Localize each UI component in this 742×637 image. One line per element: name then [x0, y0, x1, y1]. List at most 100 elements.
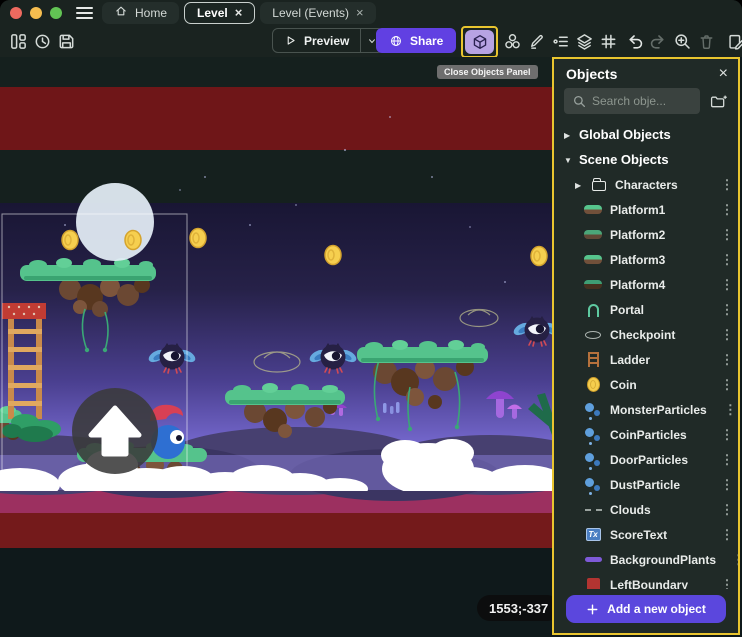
- history-icon[interactable]: [30, 29, 54, 53]
- folder-icon: [590, 177, 608, 193]
- platform-icon: [584, 227, 602, 243]
- monster-sprite: [512, 316, 552, 346]
- platform-sprite: [357, 340, 488, 431]
- kebab-menu-icon[interactable]: [716, 327, 738, 343]
- tab-level[interactable]: Level: [184, 2, 255, 24]
- add-button-label: Add a new object: [607, 602, 706, 616]
- expand-icon[interactable]: [575, 180, 583, 190]
- tab-label: Level (Events): [272, 6, 349, 20]
- kebab-menu-icon[interactable]: [716, 227, 738, 243]
- platform-icon: [584, 277, 602, 293]
- collapse-icon[interactable]: [564, 155, 572, 165]
- object-row[interactable]: Ladder: [554, 347, 738, 372]
- share-label: Share: [410, 34, 443, 48]
- rename-icon[interactable]: [724, 29, 742, 53]
- object-folder-row[interactable]: Characters: [554, 172, 738, 197]
- object-groups-icon[interactable]: [500, 29, 524, 53]
- objects-panel: Objects Global Objects S: [552, 57, 740, 635]
- kebab-menu-icon[interactable]: [716, 527, 738, 543]
- kebab-menu-icon[interactable]: [723, 402, 738, 418]
- object-row[interactable]: MonsterParticles: [554, 397, 738, 422]
- kebab-menu-icon[interactable]: [716, 377, 738, 393]
- object-row[interactable]: Platform1: [554, 197, 738, 222]
- particles-icon: [584, 427, 602, 443]
- objects-panel-toggle-button[interactable]: [465, 30, 494, 54]
- object-row[interactable]: LeftBoundary: [554, 572, 738, 589]
- close-tab-icon[interactable]: [235, 6, 243, 19]
- particles-icon: [584, 452, 602, 468]
- tab-bar: Home Level Level (Events): [102, 2, 376, 24]
- kebab-menu-icon[interactable]: [716, 502, 738, 518]
- scene-artwork: [0, 57, 552, 637]
- particles-icon: [584, 402, 602, 418]
- home-icon: [114, 4, 128, 21]
- preview-label: Preview: [304, 34, 349, 48]
- titlebar: Home Level Level (Events): [0, 0, 742, 25]
- object-row[interactable]: BackgroundPlants: [554, 547, 738, 572]
- coin-icon: [584, 377, 602, 393]
- close-tab-icon[interactable]: [356, 6, 364, 19]
- kebab-menu-icon[interactable]: [716, 177, 738, 193]
- scene-canvas[interactable]: 1553;-337: [0, 57, 552, 637]
- instances-list-icon[interactable]: [548, 29, 572, 53]
- tab-home[interactable]: Home: [102, 2, 179, 24]
- kebab-menu-icon[interactable]: [716, 252, 738, 268]
- maximize-window-button[interactable]: [50, 7, 62, 19]
- object-row[interactable]: Clouds: [554, 497, 738, 522]
- object-row[interactable]: DoorParticles: [554, 447, 738, 472]
- add-folder-icon[interactable]: [706, 89, 730, 113]
- object-row[interactable]: Checkpoint: [554, 322, 738, 347]
- light-circle-object: [76, 183, 154, 261]
- main-area: 1553;-337 Close Objects Panel Objects: [0, 57, 742, 637]
- object-row[interactable]: DustParticle: [554, 472, 738, 497]
- tab-label: Home: [135, 6, 167, 20]
- group-scene-objects[interactable]: Scene Objects: [554, 147, 738, 172]
- monster-sprite: [308, 343, 359, 373]
- share-button[interactable]: Share: [376, 28, 456, 53]
- up-arrow-control: [72, 388, 158, 474]
- kebab-menu-icon[interactable]: [716, 452, 738, 468]
- minimize-window-button[interactable]: [30, 7, 42, 19]
- zoom-in-icon[interactable]: [670, 29, 694, 53]
- kebab-menu-icon[interactable]: [716, 577, 738, 590]
- object-row[interactable]: Platform4: [554, 272, 738, 297]
- object-row[interactable]: Portal: [554, 297, 738, 322]
- text-object-icon: [584, 527, 602, 543]
- object-row[interactable]: Platform2: [554, 222, 738, 247]
- delete-icon[interactable]: [694, 29, 718, 53]
- plants-icon: [584, 552, 602, 568]
- kebab-menu-icon[interactable]: [716, 277, 738, 293]
- close-window-button[interactable]: [10, 7, 22, 19]
- undo-icon[interactable]: [622, 29, 646, 53]
- preview-button[interactable]: Preview: [273, 34, 360, 48]
- object-row[interactable]: Coin: [554, 372, 738, 397]
- add-new-object-button[interactable]: Add a new object: [566, 595, 726, 623]
- save-icon[interactable]: [54, 29, 78, 53]
- expand-icon[interactable]: [564, 130, 572, 140]
- object-row[interactable]: ScoreText: [554, 522, 738, 547]
- object-row[interactable]: Platform3: [554, 247, 738, 272]
- group-global-objects[interactable]: Global Objects: [554, 122, 738, 147]
- search-icon: [572, 94, 587, 109]
- project-manager-icon[interactable]: [6, 29, 30, 53]
- object-row[interactable]: CoinParticles: [554, 422, 738, 447]
- kebab-menu-icon[interactable]: [732, 552, 738, 568]
- close-panel-icon[interactable]: [719, 66, 728, 82]
- portal-icon: [584, 302, 602, 318]
- edit-pencil-icon[interactable]: [524, 29, 548, 53]
- toolbar: Preview Share: [0, 25, 742, 57]
- kebab-menu-icon[interactable]: [716, 352, 738, 368]
- kebab-menu-icon[interactable]: [716, 477, 738, 493]
- grid-icon[interactable]: [596, 29, 620, 53]
- play-icon: [284, 34, 297, 47]
- menu-icon[interactable]: [76, 7, 93, 19]
- kebab-menu-icon[interactable]: [716, 202, 738, 218]
- boundary-icon: [584, 577, 602, 590]
- kebab-menu-icon[interactable]: [716, 427, 738, 443]
- redo-icon[interactable]: [646, 29, 670, 53]
- objects-list: Global Objects Scene Objects Characters …: [554, 120, 738, 589]
- layers-icon[interactable]: [572, 29, 596, 53]
- preview-split-button: Preview: [272, 28, 384, 53]
- kebab-menu-icon[interactable]: [716, 302, 738, 318]
- tab-level-events[interactable]: Level (Events): [260, 2, 375, 24]
